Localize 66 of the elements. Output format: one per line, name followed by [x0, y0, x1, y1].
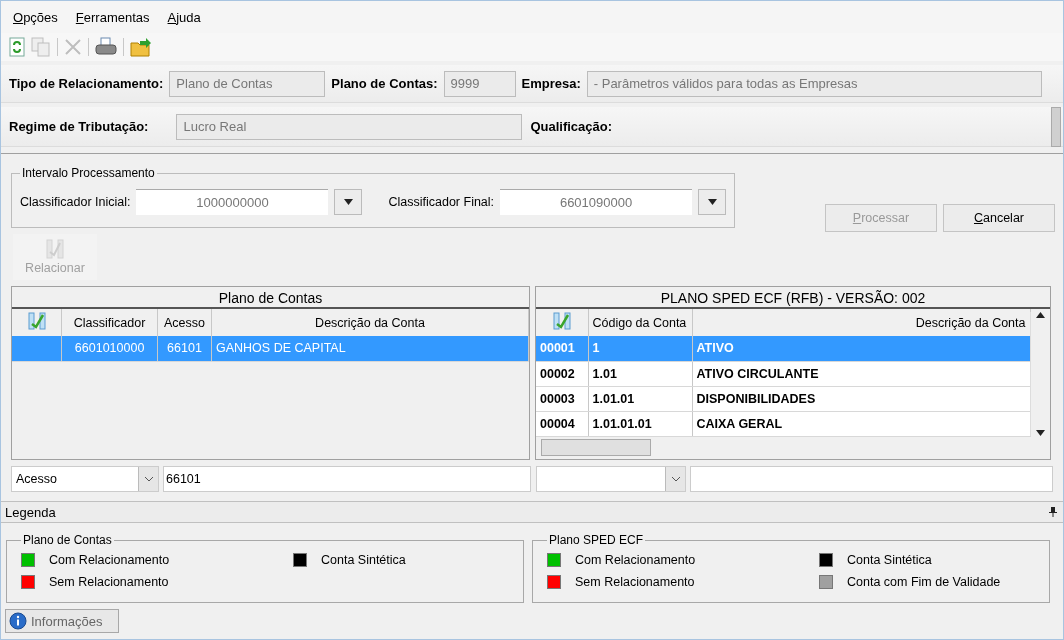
link-icon: [46, 239, 64, 259]
legend-label: Conta Sintética: [847, 553, 932, 567]
legend-label: Conta com Fim de Validade: [847, 575, 1001, 589]
dropdown-button[interactable]: [334, 188, 363, 215]
dropdown-button[interactable]: [698, 188, 727, 215]
column-header[interactable]: Código da Conta: [588, 309, 692, 336]
menu-item[interactable]: Ajuda: [167, 9, 201, 25]
field-label: Qualificação:: [530, 119, 613, 134]
column-header[interactable]: Acesso: [157, 309, 212, 336]
search-field[interactable]: 66101: [163, 466, 531, 492]
table-cell[interactable]: CAIXA GERAL: [692, 411, 1030, 436]
refresh-icon[interactable]: [9, 37, 25, 57]
field-label: Plano de Contas:: [331, 76, 438, 91]
table-cell[interactable]: 00002: [536, 361, 588, 386]
group-title: Plano SPED ECF: [548, 533, 645, 547]
menu-item[interactable]: Opções: [13, 9, 58, 25]
table-cell[interactable]: 1.01.01: [588, 386, 692, 411]
caret-icon: [1035, 312, 1045, 318]
folder-arrow-icon[interactable]: [130, 37, 152, 57]
group-title: Intervalo Processamento: [21, 166, 156, 180]
input-field[interactable]: 6601090000: [500, 188, 693, 215]
info-tab[interactable]: Informações: [5, 609, 119, 633]
column-header[interactable]: Classificador: [61, 309, 158, 336]
column-header[interactable]: [536, 309, 588, 336]
legend-label: Sem Relacionamento: [49, 575, 169, 589]
legend-label: Com Relacionamento: [49, 553, 170, 567]
printer-icon[interactable]: [95, 37, 117, 57]
field-label: Regime de Tributação:: [9, 119, 149, 134]
input-field[interactable]: 1000000000: [136, 188, 329, 215]
field-select[interactable]: Acesso: [11, 466, 159, 492]
readonly-field: - Parâmetros válidos para todas as Empresas: [586, 70, 1042, 97]
readonly-field: Plano de Contas: [169, 70, 326, 97]
legend-label: Conta Sintética: [321, 553, 406, 567]
field-select[interactable]: [536, 466, 686, 492]
table-cell[interactable]: 00003: [536, 386, 588, 411]
table-cell[interactable]: ATIVO CIRCULANTE: [692, 361, 1030, 386]
scrollbar[interactable]: [1051, 107, 1061, 147]
table-cell[interactable]: DISPONIBILIDADES: [692, 386, 1030, 411]
caret-icon: [707, 198, 717, 205]
column-header[interactable]: Descrição da Conta: [211, 309, 529, 336]
field-label: Tipo de Relacionamento:: [9, 76, 164, 91]
readonly-field: 9999: [443, 70, 516, 97]
table-cell[interactable]: 1.01: [588, 361, 692, 386]
link-columns-icon: [26, 311, 47, 331]
table-cell[interactable]: 00004: [536, 411, 588, 436]
caret-icon: [343, 198, 353, 205]
field-label: Classificador Inicial:: [20, 194, 131, 209]
legend-title: Legenda: [5, 504, 56, 520]
field-label: Classificador Final:: [388, 194, 495, 209]
field-label: Empresa:: [521, 76, 581, 91]
column-header[interactable]: Descrição da Conta: [692, 309, 1030, 336]
legend-label: Com Relacionamento: [575, 553, 696, 567]
chevron-down-icon: [670, 476, 681, 482]
pin-icon[interactable]: [1049, 507, 1057, 517]
menu-item[interactable]: Ferramentas: [75, 9, 150, 25]
chevron-down-icon: [143, 476, 154, 482]
info-icon: [9, 612, 27, 630]
link-columns-icon: [551, 311, 572, 331]
action-button[interactable]: Cancelar: [943, 204, 1055, 232]
readonly-field: Lucro Real: [176, 113, 523, 140]
table-cell[interactable]: [12, 336, 62, 361]
group-title: Plano de Contas: [22, 533, 113, 547]
legend-label: Sem Relacionamento: [575, 575, 695, 589]
table-cell[interactable]: 1.01.01.01: [588, 411, 692, 436]
search-field[interactable]: [690, 466, 1053, 492]
column-header[interactable]: [12, 309, 62, 336]
